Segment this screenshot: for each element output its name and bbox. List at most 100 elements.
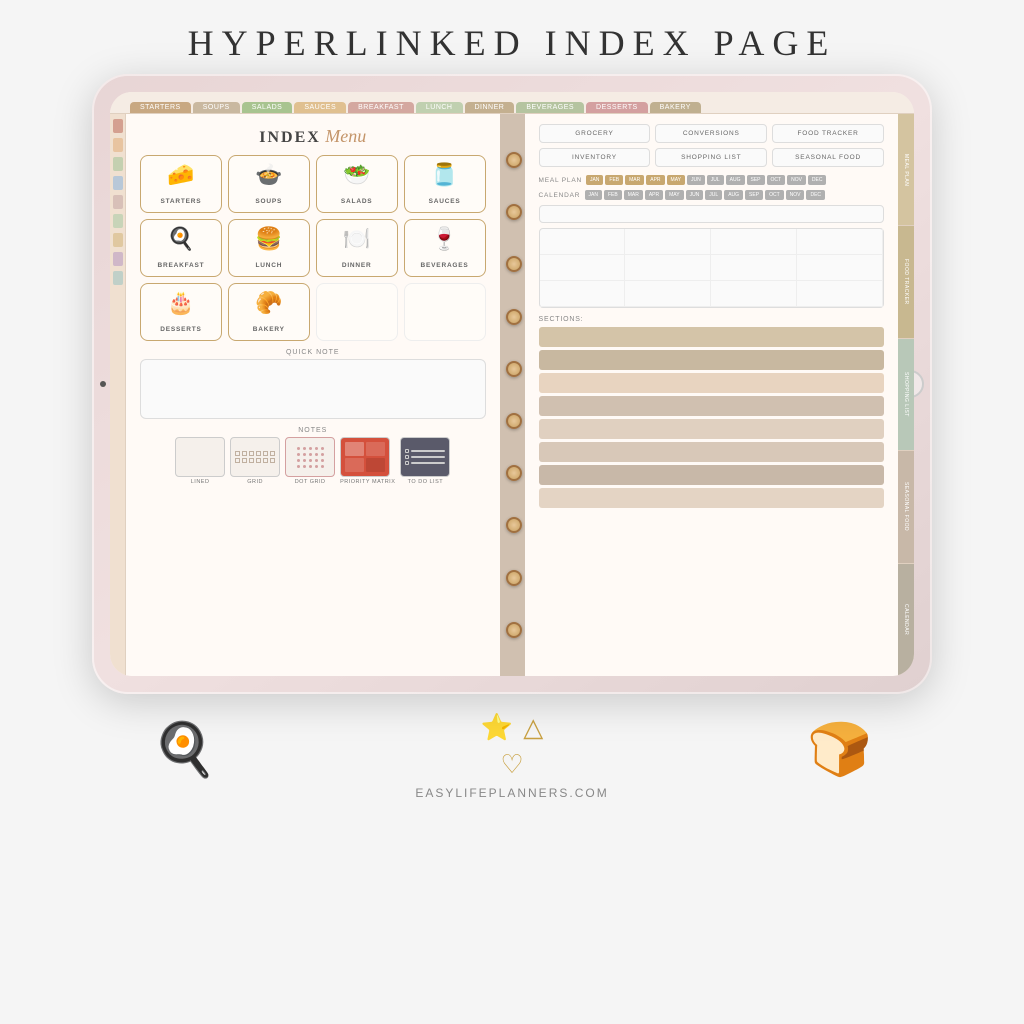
triangle-icon: △ (523, 712, 543, 743)
section-bar-8[interactable] (539, 488, 885, 508)
section-bar-3[interactable] (539, 373, 885, 393)
food-item-dinner[interactable]: 🍽️ DINNER (316, 219, 398, 277)
spiral-ring-10 (506, 622, 522, 638)
cal-may[interactable]: MAY (665, 190, 683, 200)
tab-soups[interactable]: SOUPS (193, 102, 240, 113)
tab-salads[interactable]: SALADS (242, 102, 293, 113)
notes-grid: LINED G (140, 437, 486, 485)
calendar-label: CALENDAR (539, 192, 581, 199)
month-may[interactable]: MAY (667, 175, 685, 185)
food-item-soups[interactable]: 🍲 SOUPS (228, 155, 310, 213)
tab-dinner[interactable]: DINNER (465, 102, 515, 113)
meal-plan-label: MEAL PLAN (539, 177, 582, 184)
quick-note-box[interactable] (140, 359, 486, 419)
tab-bakery[interactable]: BAKERY (650, 102, 701, 113)
month-jul[interactable]: JUL (707, 175, 724, 185)
cal-jun[interactable]: JUN (686, 190, 704, 200)
spiral-ring-4 (506, 309, 522, 325)
right-tab-mealplan[interactable]: MEAL PLAN (898, 114, 914, 226)
month-aug[interactable]: AUG (726, 175, 745, 185)
left-tabs (110, 114, 126, 676)
cal-dec[interactable]: DEC (806, 190, 825, 200)
section-bar-4[interactable] (539, 396, 885, 416)
right-input-box[interactable] (539, 205, 885, 223)
food-item-desserts[interactable]: 🎂 DESSERTS (140, 283, 222, 341)
btn-inventory[interactable]: INVENTORY (539, 148, 651, 167)
cal-jan[interactable]: JAN (585, 190, 602, 200)
btn-conversions[interactable]: CONVERSIONS (655, 124, 767, 143)
food-item-beverages[interactable]: 🍷 BEVERAGES (404, 219, 486, 277)
spiral-ring-2 (506, 204, 522, 220)
spiral-binding (503, 114, 525, 676)
food-item-sauces[interactable]: 🫙 SAUCES (404, 155, 486, 213)
bottom-icons-row: 🍳 ⭐ △ ♡ 🍞 (92, 712, 932, 780)
right-tab-shoppinglist[interactable]: SHOPPING LIST (898, 339, 914, 451)
section-bar-6[interactable] (539, 442, 885, 462)
notes-section: NOTES (140, 427, 486, 485)
page-title: HYPERLINKED INDEX PAGE (188, 22, 837, 64)
food-item-starters[interactable]: 🧀 STARTERS (140, 155, 222, 213)
right-side-tabs: MEAL PLAN FOOD TRACKER SHOPPING LIST SEA… (898, 114, 914, 676)
tab-sauces[interactable]: SAUCES (294, 102, 346, 113)
note-type-grid[interactable]: GRID (230, 437, 280, 485)
month-sep[interactable]: SEP (747, 175, 765, 185)
planner-content: INDEX Menu 🧀 STARTERS 🍲 SOUPS 🥗 (110, 114, 914, 676)
month-oct[interactable]: OCT (767, 175, 786, 185)
cal-feb[interactable]: FEB (604, 190, 622, 200)
food-grid: 🧀 STARTERS 🍲 SOUPS 🥗 SALADS 🫙 SAUCES (140, 155, 486, 341)
month-nov[interactable]: NOV (787, 175, 806, 185)
month-jan[interactable]: JAN (586, 175, 603, 185)
food-item-salads[interactable]: 🥗 SALADS (316, 155, 398, 213)
tab-breakfast[interactable]: BREAKFAST (348, 102, 414, 113)
tablet-screen: STARTERS SOUPS SALADS SAUCES BREAKFAST L… (110, 92, 914, 676)
heart-icon: ♡ (500, 749, 523, 780)
cal-oct[interactable]: OCT (765, 190, 784, 200)
month-mar[interactable]: MAR (625, 175, 644, 185)
note-type-dotgrid[interactable]: DOT GRID (285, 437, 335, 485)
spiral-ring-8 (506, 517, 522, 533)
btn-shopping-list[interactable]: SHOPPING LIST (655, 148, 767, 167)
bottom-section: 🍳 ⭐ △ ♡ 🍞 EASYLIFEPLANNERS.COM (92, 702, 932, 800)
note-type-priority[interactable]: PRIORITY MATRIX (340, 437, 395, 485)
cal-jul[interactable]: JUL (705, 190, 722, 200)
cal-aug[interactable]: AUG (724, 190, 743, 200)
month-feb[interactable]: FEB (605, 175, 623, 185)
note-type-todo[interactable]: TO DO LIST (400, 437, 450, 485)
tab-desserts[interactable]: DESSERTS (586, 102, 648, 113)
month-apr[interactable]: APR (646, 175, 664, 185)
star-icon: ⭐ (481, 712, 513, 743)
btn-seasonal-food[interactable]: SEASONAL FOOD (772, 148, 884, 167)
food-item-bakery[interactable]: 🥐 BAKERY (228, 283, 310, 341)
section-bar-2[interactable] (539, 350, 885, 370)
right-buttons: GROCERY CONVERSIONS FOOD TRACKER INVENTO… (539, 124, 885, 167)
cal-sep[interactable]: SEP (745, 190, 763, 200)
food-item-lunch[interactable]: 🍔 LUNCH (228, 219, 310, 277)
month-dec[interactable]: DEC (808, 175, 827, 185)
btn-food-tracker[interactable]: FOOD TRACKER (772, 124, 884, 143)
spiral-ring-3 (506, 256, 522, 272)
btn-grocery[interactable]: GROCERY (539, 124, 651, 143)
month-jun[interactable]: JUN (687, 175, 705, 185)
tab-lunch[interactable]: LUNCH (416, 102, 463, 113)
menu-word: Menu (325, 126, 366, 146)
tab-beverages[interactable]: BEVERAGES (516, 102, 584, 113)
right-tab-seasonalfood[interactable]: SEASONAL FOOD (898, 451, 914, 563)
note-type-lined[interactable]: LINED (175, 437, 225, 485)
camera-dot (100, 381, 106, 387)
cal-nov[interactable]: NOV (786, 190, 805, 200)
spiral-ring-5 (506, 361, 522, 377)
section-bar-7[interactable] (539, 465, 885, 485)
food-item-breakfast[interactable]: 🍳 BREAKFAST (140, 219, 222, 277)
quick-note-label: QUICK NOTE (140, 349, 486, 356)
index-word: INDEX (259, 129, 321, 146)
section-bar-1[interactable] (539, 327, 885, 347)
cal-mar[interactable]: MAR (624, 190, 643, 200)
right-tab-calendar[interactable]: CALENDAR (898, 564, 914, 676)
cal-apr[interactable]: APR (645, 190, 663, 200)
meal-plan-months: JAN FEB MAR APR MAY JUN JUL AUG SEP OCT … (586, 175, 827, 185)
section-bar-5[interactable] (539, 419, 885, 439)
tab-starters[interactable]: STARTERS (130, 102, 191, 113)
spiral-ring-6 (506, 413, 522, 429)
spiral-ring-9 (506, 570, 522, 586)
right-tab-foodtracker[interactable]: FOOD TRACKER (898, 226, 914, 338)
